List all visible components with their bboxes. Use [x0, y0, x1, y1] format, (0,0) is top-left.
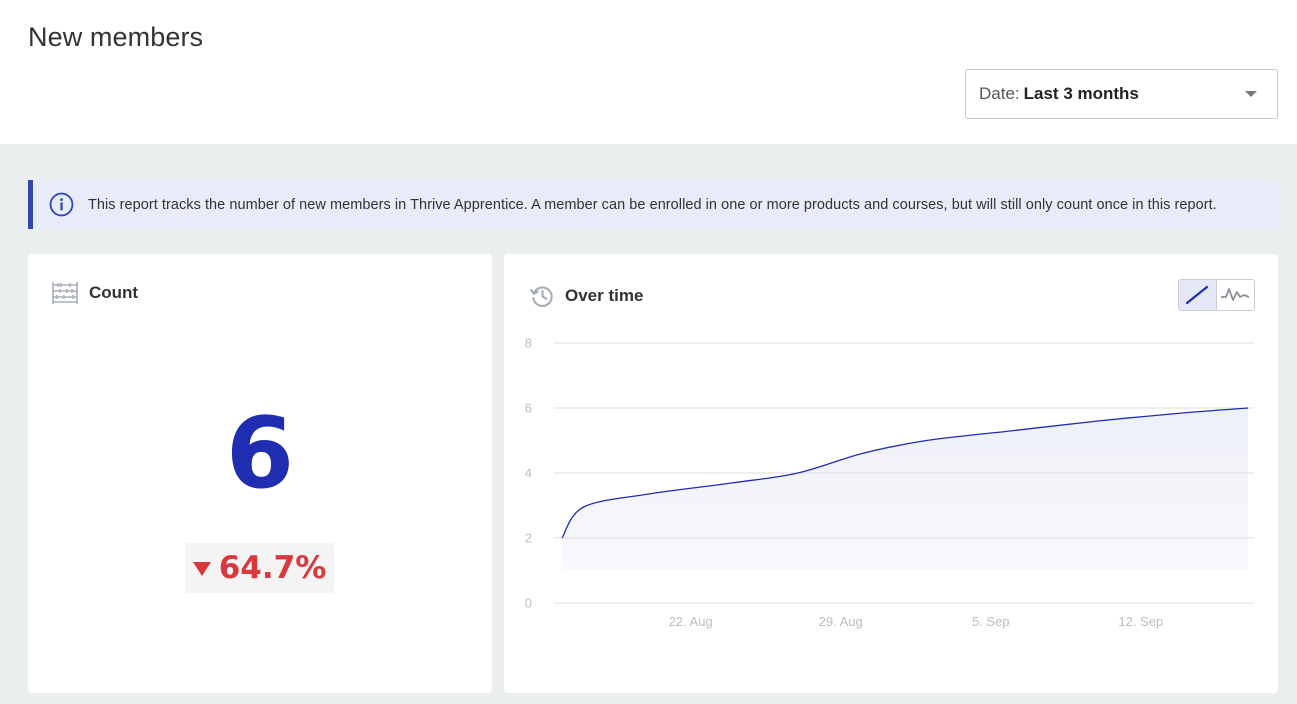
count-card-header: Count [51, 281, 138, 305]
y-tick-label: 6 [525, 401, 532, 416]
x-tick-label: 12. Sep [1118, 614, 1163, 629]
change-percent: 64.7% [218, 550, 327, 586]
x-tick-label: 22. Aug [669, 614, 713, 629]
chevron-down-icon [1245, 91, 1257, 97]
info-icon [49, 192, 74, 217]
over-time-card: Over time 0 2 4 6 8 22. Aug 29. Aug 5. Sep 12. S… [504, 254, 1278, 693]
info-banner: This report tracks the number of new mem… [28, 180, 1278, 229]
abacus-icon [52, 282, 78, 304]
x-tick-label: 5. Sep [972, 614, 1010, 629]
count-card: Count 6 64.7% [28, 254, 492, 693]
count-value: 6 [225, 397, 295, 511]
arrow-down-icon [192, 562, 211, 576]
count-card-title: Count [89, 283, 139, 302]
info-banner-text: This report tracks the number of new mem… [88, 196, 1217, 213]
date-range-select[interactable]: Date: Last 3 months [965, 69, 1278, 119]
y-tick-label: 4 [525, 466, 532, 481]
page-title: New members [28, 22, 204, 52]
y-tick-label: 0 [525, 596, 532, 611]
over-time-chart: 0 2 4 6 8 22. Aug 29. Aug 5. Sep 12. Sep [525, 336, 1254, 629]
date-select-value: Last 3 months [1023, 84, 1139, 103]
date-select-label: Date: [979, 84, 1020, 103]
y-tick-label: 8 [525, 336, 532, 351]
y-tick-label: 2 [525, 531, 532, 546]
change-badge: 64.7% [185, 543, 334, 593]
x-tick-label: 29. Aug [819, 614, 863, 629]
top-bar: New members Date: Last 3 months [0, 0, 1297, 144]
series-area [562, 408, 1248, 571]
